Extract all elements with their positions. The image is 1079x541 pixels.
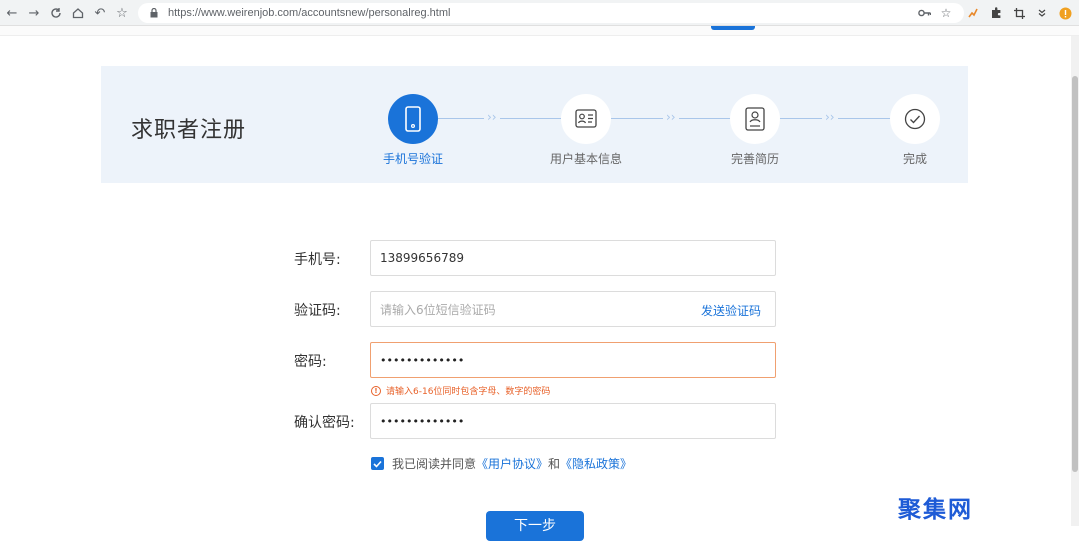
warning-icon: ! xyxy=(371,385,381,396)
confirm-password-label: 确认密码: xyxy=(294,415,355,431)
address-bar[interactable]: https://www.weirenjob.com/accountsnew/pe… xyxy=(138,3,964,23)
confirm-password-input[interactable]: ••••••••••••• xyxy=(370,403,776,439)
lock-icon xyxy=(148,7,160,19)
code-label: 验证码: xyxy=(294,303,341,319)
step-resume xyxy=(730,94,780,144)
back-icon[interactable]: ← xyxy=(4,5,20,21)
scrollbar[interactable] xyxy=(1071,36,1079,526)
key-icon[interactable] xyxy=(916,5,932,21)
phone-input[interactable]: 13899656789 xyxy=(370,240,776,276)
puzzle-icon[interactable] xyxy=(988,5,1004,21)
confirm-password-value: ••••••••••••• xyxy=(380,414,465,428)
star-icon[interactable]: ☆ xyxy=(938,5,954,21)
browser-toolbar: ← → ↶ ☆ https://www.weirenjob.com/accoun… xyxy=(0,0,1079,26)
home-icon[interactable] xyxy=(70,5,86,21)
step-label-phone: 手机号验证 xyxy=(382,152,443,166)
site-header-strip xyxy=(0,26,1079,36)
privacy-policy-link[interactable]: 《隐私政策》 xyxy=(560,455,632,472)
step-basic-info xyxy=(561,94,611,144)
password-label: 密码: xyxy=(294,354,327,370)
forward-icon[interactable]: → xyxy=(26,5,42,21)
url-text: https://www.weirenjob.com/accountsnew/pe… xyxy=(168,7,451,19)
chevrons-icon: ›› xyxy=(663,110,679,124)
resume-icon xyxy=(745,107,765,131)
agree-checkbox[interactable] xyxy=(371,457,384,470)
id-card-icon xyxy=(575,109,597,128)
next-step-button[interactable]: 下一步 xyxy=(486,511,584,541)
chevrons-icon: ›› xyxy=(822,110,838,124)
step-complete xyxy=(890,94,940,144)
agreement-row: 我已阅读并同意 《用户协议》 和 《隐私政策》 xyxy=(371,455,632,472)
watermark-logo: 聚集网 xyxy=(898,497,973,523)
agree-and-text: 和 xyxy=(548,457,561,471)
header-active-indicator xyxy=(711,26,755,30)
undo-icon[interactable]: ↶ xyxy=(92,5,108,21)
sms-code-placeholder: 请输入6位短信验证码 xyxy=(380,302,496,317)
check-circle-icon xyxy=(904,108,926,130)
alert-badge-icon[interactable] xyxy=(1057,5,1073,21)
page-title: 求职者注册 xyxy=(131,118,247,143)
chevrons-icon: ›› xyxy=(484,110,500,124)
step-label-basic-info: 用户基本信息 xyxy=(549,152,622,166)
scrollbar-thumb[interactable] xyxy=(1072,76,1078,472)
step-label-resume: 完善简历 xyxy=(730,152,779,166)
reload-icon[interactable] xyxy=(48,5,64,21)
user-agreement-link[interactable]: 《用户协议》 xyxy=(476,455,548,472)
extension-lightning-icon[interactable] xyxy=(965,5,981,21)
password-error: ! 请输入6-16位同时包含字母、数字的密码 xyxy=(371,384,550,397)
bookmark-star-icon[interactable]: ☆ xyxy=(114,5,130,21)
password-value: ••••••••••••• xyxy=(380,353,465,367)
phone-label: 手机号: xyxy=(294,252,341,268)
step-phone-verify xyxy=(388,94,438,144)
step-label-complete: 完成 xyxy=(902,152,927,166)
checkmark-icon xyxy=(373,460,382,468)
password-input[interactable]: ••••••••••••• xyxy=(370,342,776,378)
registration-steps-banner: 求职者注册 ›› ›› ›› 手机号验证 用户基本信息 完善简历 完成 xyxy=(101,66,968,183)
password-error-text: 请输入6-16位同时包含字母、数字的密码 xyxy=(386,387,551,397)
agree-text: 我已阅读并同意 xyxy=(392,457,477,471)
crop-icon[interactable] xyxy=(1011,5,1027,21)
send-code-button[interactable]: 发送验证码 xyxy=(701,302,761,319)
sms-code-input[interactable]: 请输入6位短信验证码 发送验证码 xyxy=(370,291,776,327)
phone-value: 13899656789 xyxy=(380,251,464,265)
phone-icon xyxy=(405,106,421,132)
chevron-down-icon[interactable] xyxy=(1034,5,1050,21)
